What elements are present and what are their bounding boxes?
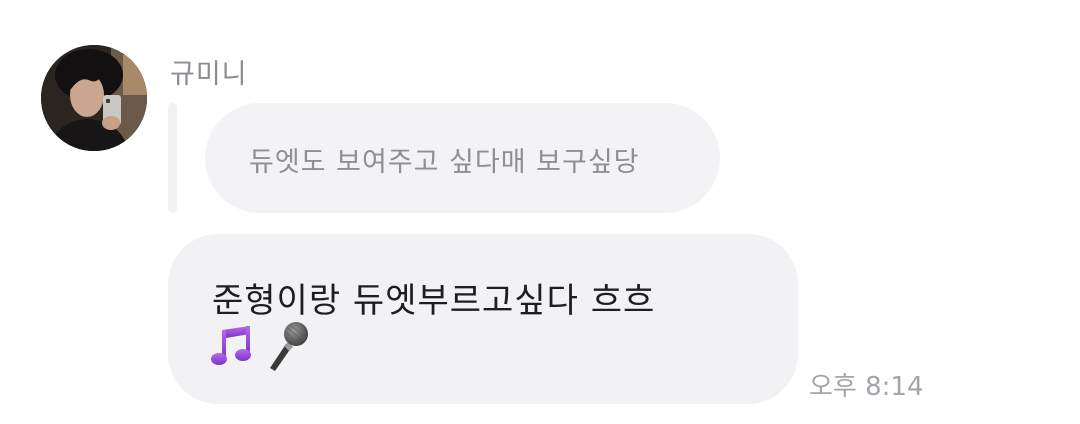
microphone-icon [260,320,310,376]
reply-quote-bar [168,103,177,213]
sender-name: 규미니 [170,59,248,90]
message-text: 준형이랑 듀엣부르고싶다 흐흐 [212,281,656,321]
reply-quote-text: 듀엣도 보여주고 싶다매 보구싶당 [249,147,640,178]
message-emojis [210,322,310,374]
chat-view: 규미니 듀엣도 보여주고 싶다매 보구싶당 준형이랑 듀엣부르고싶다 흐흐 오후… [0,0,1080,424]
message-timestamp: 오후 8:14 [809,372,924,402]
avatar[interactable] [41,45,147,151]
profile-photo-avatar [41,45,147,151]
music-notes-icon [210,324,256,372]
